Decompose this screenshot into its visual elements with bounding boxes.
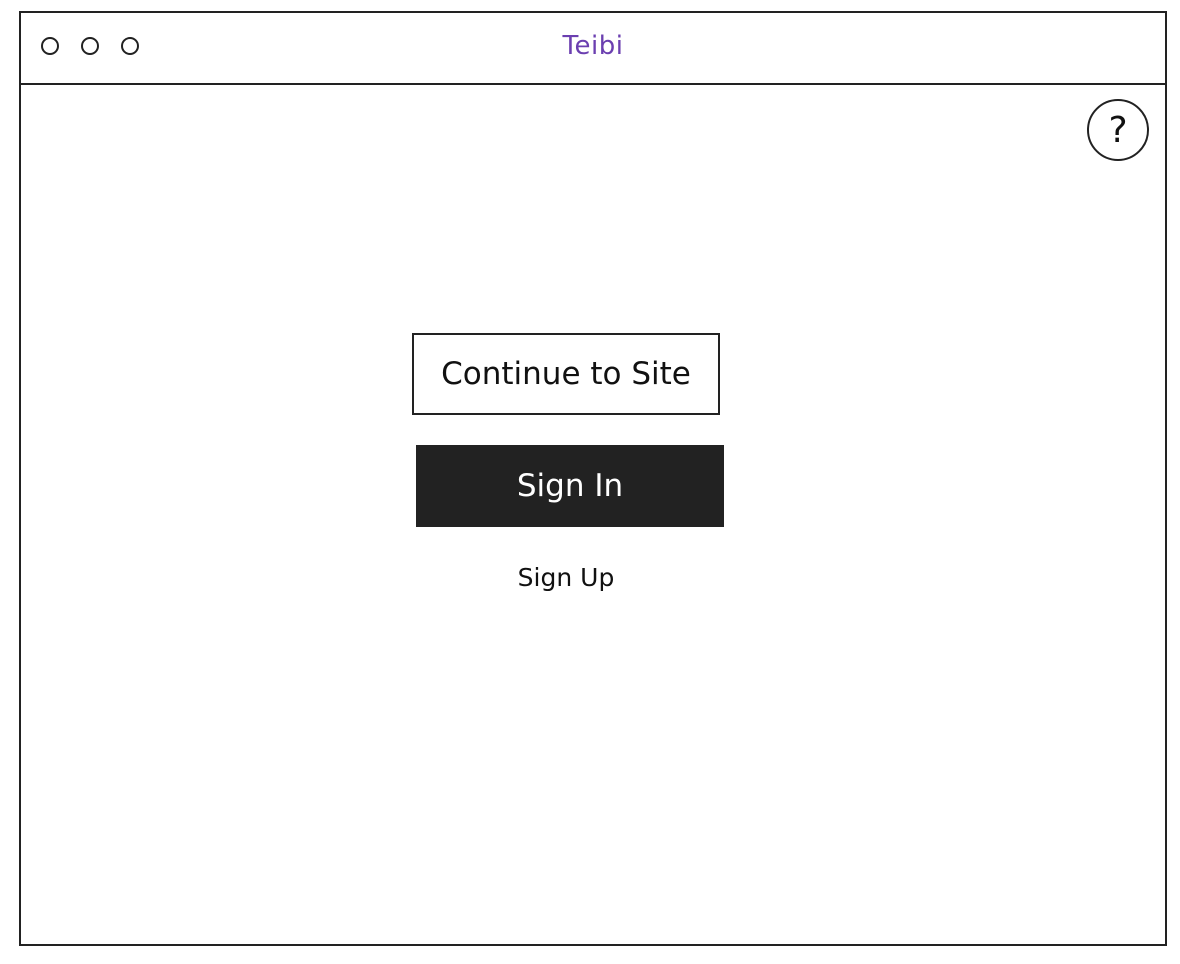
- sign-in-button[interactable]: Sign In: [416, 445, 724, 527]
- continue-to-site-button[interactable]: Continue to Site: [412, 333, 720, 415]
- continue-to-site-label: Continue to Site: [441, 356, 691, 392]
- browser-window: Teibi ? Continue to Site Sign In Sign Up: [19, 11, 1167, 946]
- sign-in-label: Sign In: [516, 468, 624, 504]
- sign-up-link[interactable]: Sign Up: [412, 563, 720, 592]
- window-titlebar: Teibi: [21, 13, 1165, 85]
- window-title: Teibi: [562, 31, 624, 61]
- question-mark-icon: ?: [1108, 109, 1128, 151]
- help-button[interactable]: ?: [1087, 99, 1149, 161]
